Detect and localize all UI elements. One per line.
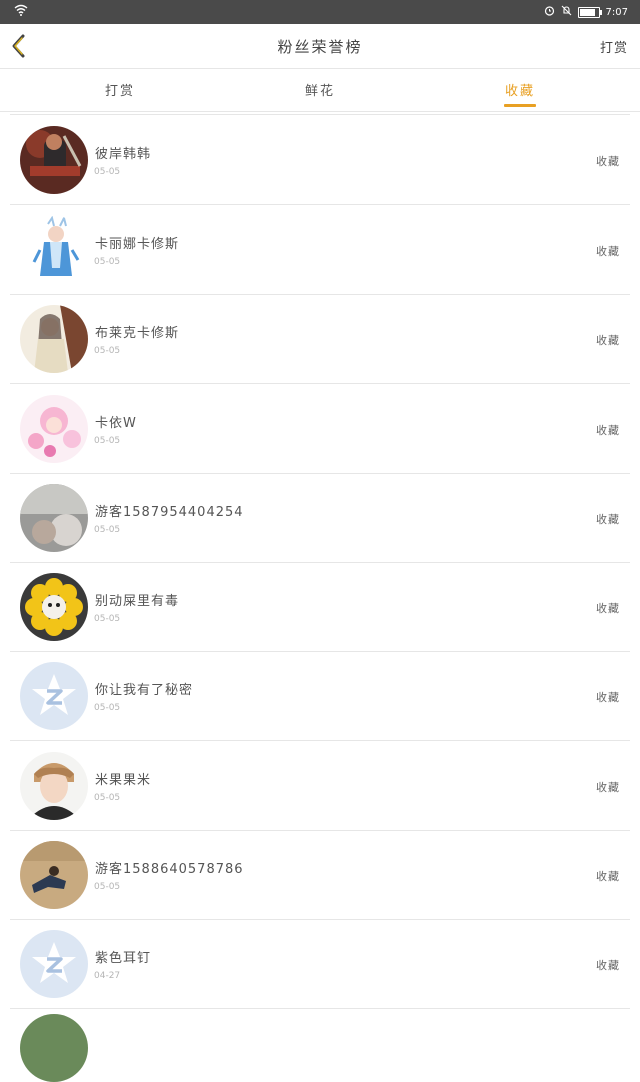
reward-button[interactable]: 打赏 (600, 37, 628, 56)
favorite-label: 收藏 (596, 334, 620, 347)
fan-date: 05-05 (94, 167, 121, 177)
fan-date: 05-05 (94, 346, 121, 356)
fan-name: 卡依W (95, 416, 137, 431)
portrait-avatar (20, 752, 88, 820)
notifications-off-icon (561, 5, 572, 19)
anime-girl-avatar (20, 305, 88, 373)
fan-date: 05-05 (94, 436, 121, 446)
fan-row[interactable]: 米果果米 05-05 收藏 (10, 741, 630, 831)
favorite-label: 收藏 (596, 245, 620, 258)
fan-name: 布莱克卡修斯 (95, 326, 180, 341)
fan-name: 米果果米 (95, 773, 152, 788)
fan-date: 05-05 (94, 703, 121, 713)
wifi-icon (14, 4, 28, 19)
favorite-label: 收藏 (596, 959, 620, 972)
tab-reward[interactable]: 打赏 (60, 80, 180, 99)
fan-date: 05-05 (94, 793, 121, 803)
tab-bar: 打赏 鲜花 收藏 (0, 69, 640, 112)
fan-date: 05-05 (94, 525, 121, 535)
fan-row[interactable]: 卡依W 05-05 收藏 (10, 384, 630, 474)
fan-row[interactable]: 卡丽娜卡修斯 05-05 收藏 (10, 205, 630, 295)
tab-flowers[interactable]: 鲜花 (260, 80, 380, 99)
fan-name: 游客1588640578786 (95, 862, 244, 877)
fan-name: 你让我有了秘密 (95, 683, 194, 698)
tab-favorites[interactable]: 收藏 (460, 80, 580, 99)
pink-anime-avatar (20, 395, 88, 463)
fan-row[interactable]: 布莱克卡修斯 05-05 收藏 (10, 294, 630, 384)
favorite-label: 收藏 (596, 513, 620, 526)
avatar (20, 1014, 88, 1082)
fan-name: 卡丽娜卡修斯 (95, 237, 180, 252)
fan-date: 05-05 (94, 882, 121, 892)
fan-name: 紫色耳钉 (95, 951, 152, 966)
fan-row[interactable]: 你让我有了秘密 05-05 收藏 (10, 651, 630, 741)
favorite-label: 收藏 (596, 424, 620, 437)
battery-icon (577, 6, 602, 18)
fan-date: 05-05 (94, 257, 121, 267)
favorite-label: 收藏 (596, 602, 620, 615)
page-title: 粉丝荣誉榜 (277, 38, 363, 56)
active-tab-indicator (504, 104, 536, 107)
fan-date: 04-27 (94, 971, 121, 981)
favorite-label: 收藏 (596, 155, 620, 168)
default-qq-avatar (20, 930, 88, 998)
fan-row[interactable]: 紫色耳钉 04-27 收藏 (10, 919, 630, 1009)
fan-name: 彼岸韩韩 (95, 147, 152, 162)
fan-name: 游客1587954404254 (95, 505, 244, 520)
fan-row[interactable]: 游客1587954404254 05-05 收藏 (10, 473, 630, 563)
fan-name: 别动屎里有毒 (95, 594, 180, 609)
status-bar: 7:07 (0, 0, 640, 24)
sunflower-avatar (20, 573, 88, 641)
beach-photo-avatar (20, 841, 88, 909)
status-time: 7:07 (605, 6, 628, 18)
favorite-label: 收藏 (596, 691, 620, 704)
nav-bar: 粉丝荣誉榜 打赏 (0, 24, 640, 69)
fan-row[interactable]: 彼岸韩韩 05-05 收藏 (10, 115, 630, 205)
favorite-label: 收藏 (596, 781, 620, 794)
warrior-avatar (20, 126, 88, 194)
default-qq-avatar (20, 662, 88, 730)
fan-row[interactable]: 游客1588640578786 05-05 收藏 (10, 830, 630, 920)
anime-character-avatar (20, 216, 88, 284)
fan-date: 05-05 (94, 614, 121, 624)
alarm-icon (544, 5, 555, 19)
favorite-label: 收藏 (596, 870, 620, 883)
fan-row[interactable]: 别动屎里有毒 05-05 收藏 (10, 562, 630, 652)
photo-avatar (20, 484, 88, 552)
